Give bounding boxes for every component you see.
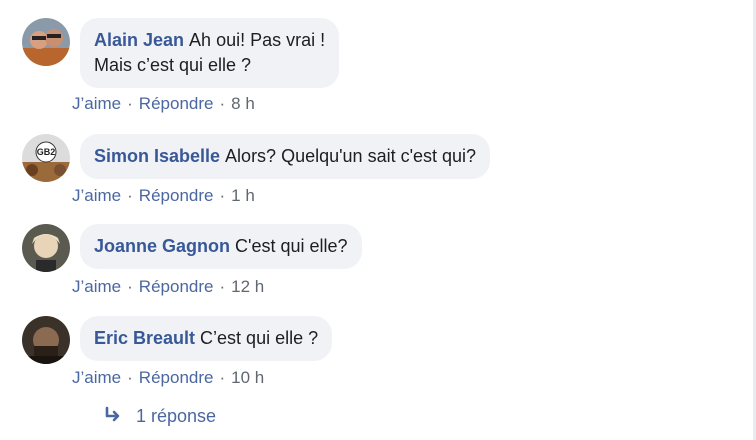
- comment-text: Alors? Quelqu'un sait c'est qui?: [225, 146, 477, 166]
- comment-text: C’est qui elle ?: [200, 328, 319, 348]
- reply-link[interactable]: Répondre: [139, 277, 214, 296]
- comment-timestamp[interactable]: 12 h: [231, 277, 264, 296]
- replies-count: 1 réponse: [136, 406, 217, 426]
- comment-timestamp[interactable]: 8 h: [231, 94, 255, 113]
- avatar-photo-icon: [22, 18, 70, 66]
- comment-actions: J’aime · Répondre · 12 h: [72, 277, 265, 296]
- comment-actions: J’aime · Répondre · 10 h: [72, 368, 265, 387]
- svg-text:GB2: GB2: [37, 147, 56, 157]
- comment-author[interactable]: Eric Breault: [94, 328, 195, 348]
- avatar-photo-icon: [22, 316, 70, 364]
- like-link[interactable]: J’aime: [72, 277, 121, 296]
- comment-author[interactable]: Joanne Gagnon: [94, 236, 230, 256]
- reply-link[interactable]: Répondre: [139, 186, 214, 205]
- comment-text: Ah oui! Pas vrai !: [189, 30, 326, 50]
- avatar-photo-icon: GB2: [22, 134, 70, 182]
- comment-text-line2: Mais c’est qui elle ?: [94, 55, 252, 75]
- comment-actions: J’aime · Répondre · 8 h: [72, 94, 255, 113]
- comment-bubble: Joanne Gagnon C'est qui elle?: [80, 224, 362, 269]
- view-replies-link[interactable]: 1 réponse: [104, 406, 216, 427]
- comment-bubble: Simon Isabelle Alors? Quelqu'un sait c'es…: [80, 134, 491, 179]
- avatar[interactable]: GB2: [22, 134, 70, 182]
- comment-bubble: Alain Jean Ah oui! Pas vrai ! Mais c’est …: [80, 18, 340, 88]
- comment-author[interactable]: Alain Jean: [94, 30, 184, 50]
- avatar[interactable]: [22, 18, 70, 66]
- reply-link[interactable]: Répondre: [139, 368, 214, 387]
- reply-link[interactable]: Répondre: [139, 94, 214, 113]
- comment-author[interactable]: Simon Isabelle: [94, 146, 220, 166]
- comment-text: C'est qui elle?: [235, 236, 348, 256]
- like-link[interactable]: J’aime: [72, 186, 121, 205]
- avatar[interactable]: [22, 316, 70, 364]
- reply-arrow-icon: [105, 406, 120, 422]
- comment-bubble: Eric Breault C’est qui elle ?: [80, 316, 333, 361]
- comment-timestamp[interactable]: 1 h: [231, 186, 255, 205]
- like-link[interactable]: J’aime: [72, 368, 121, 387]
- avatar-photo-icon: [22, 224, 70, 272]
- comment-actions: J’aime · Répondre · 1 h: [72, 186, 255, 205]
- comment-timestamp[interactable]: 10 h: [231, 368, 264, 387]
- avatar[interactable]: [22, 224, 70, 272]
- like-link[interactable]: J’aime: [72, 94, 121, 113]
